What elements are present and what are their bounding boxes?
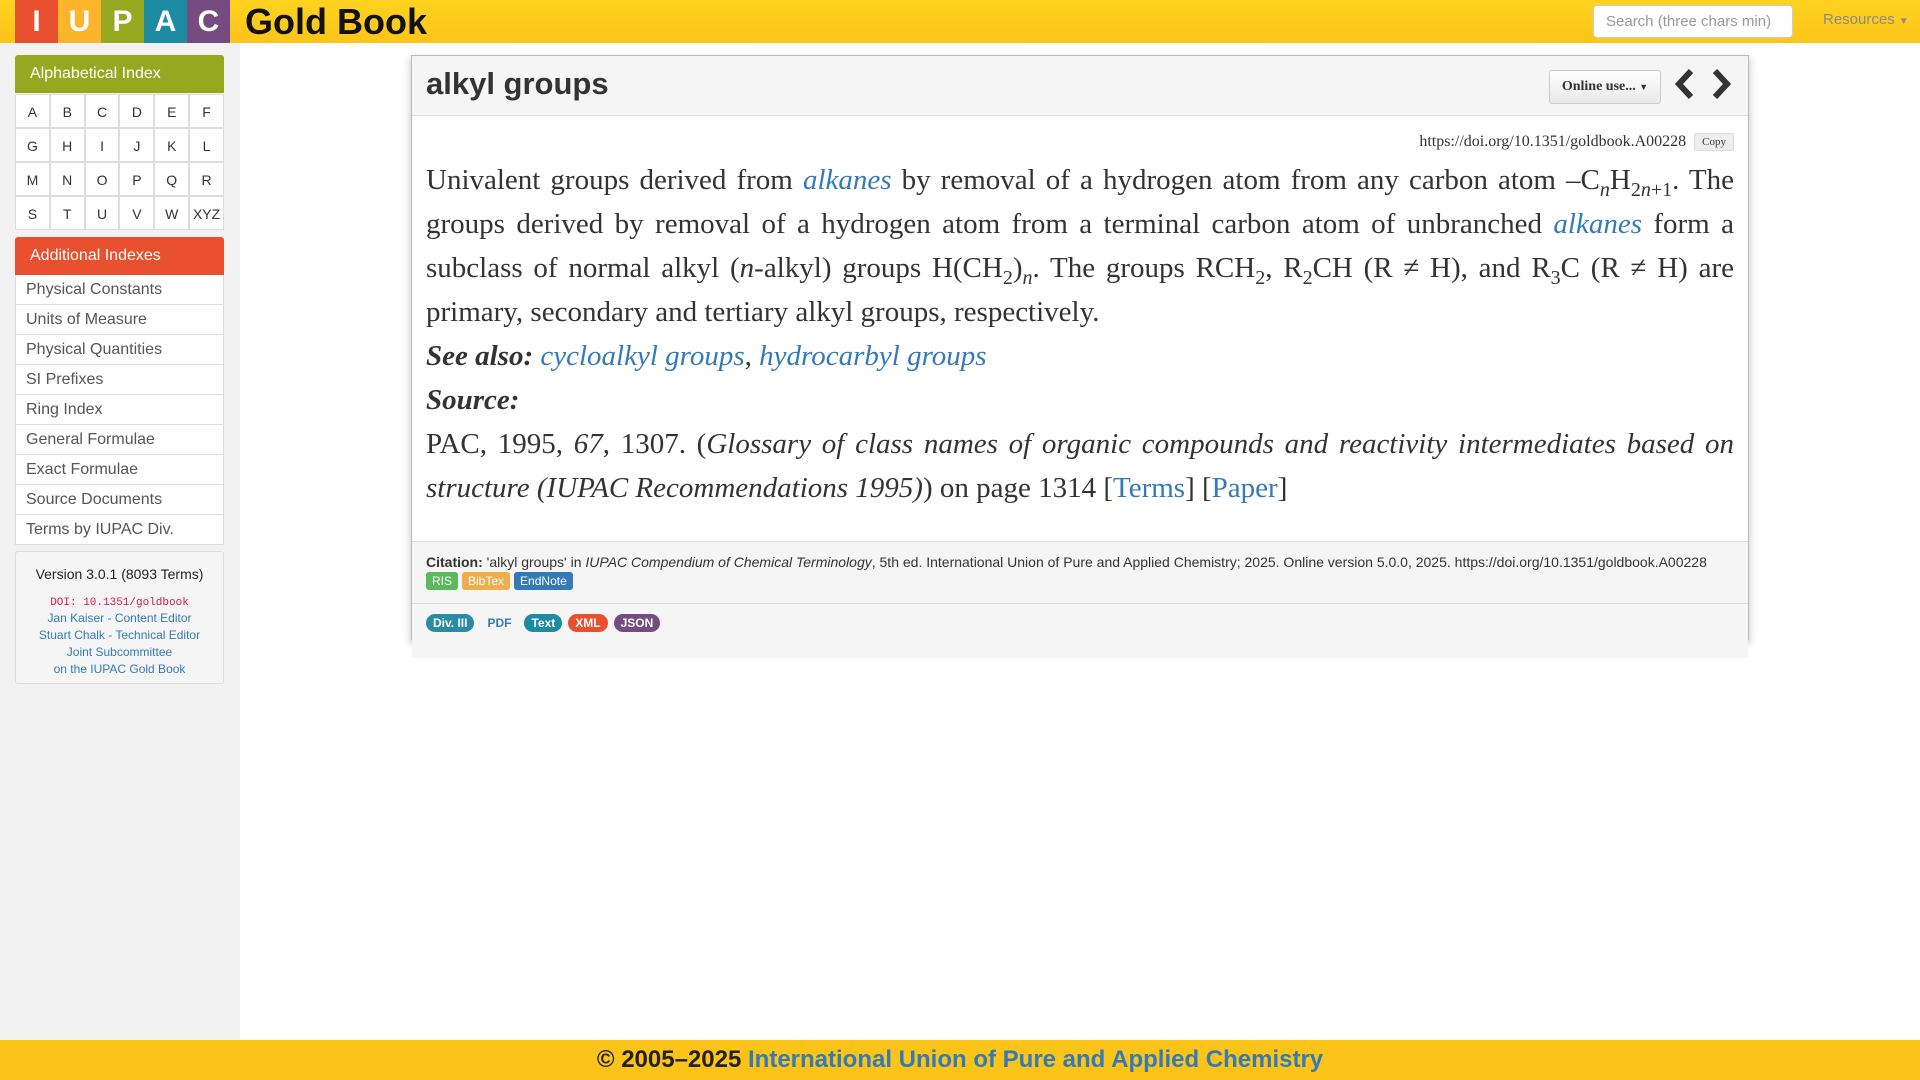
citation-export-buttons: RIS BibTex EndNote [426,572,573,590]
logo-letter-a: A [144,0,187,43]
link-hydrocarbyl-groups[interactable]: hydrocarbyl groups [759,340,986,372]
source-label-line: Source: [426,378,1734,422]
letter-w[interactable]: W [154,196,190,230]
term-title: alkyl groups [426,66,609,101]
letter-u[interactable]: U [84,196,120,230]
definition-text: Univalent groups derived from alkanes by… [426,164,1735,328]
letter-b[interactable]: B [49,94,85,128]
letter-q[interactable]: Q [154,162,190,196]
logo-letter-i: I [15,0,58,43]
format-links: Div. III PDF Text XML JSON [412,603,1748,640]
logo-letter-u: U [58,0,101,43]
link-cycloalkyl-groups[interactable]: cycloalkyl groups [540,340,744,372]
format-pdf-badge[interactable]: PDF [480,614,518,632]
logo-letter-c: C [187,0,230,43]
iupac-link[interactable]: International Union of Pure and Applied … [748,1046,1323,1073]
letter-g[interactable]: G [15,128,50,162]
site-title[interactable]: Gold Book [245,0,427,43]
index-item-terms-by-iupac-div[interactable]: Terms by IUPAC Div. [15,515,224,545]
doi-url[interactable]: https://doi.org/10.1351/goldbook.A00228 [1419,133,1686,150]
resources-menu[interactable]: Resources ▼ [1823,11,1909,28]
link-paper[interactable]: Paper [1212,472,1278,504]
letter-k[interactable]: K [154,128,190,162]
letter-c[interactable]: C [84,94,120,128]
search-input[interactable] [1593,5,1793,38]
top-bar: I U P A C Gold Book Resources▼ [0,0,1920,43]
entry-panel: alkyl groups Online use... ▼ https://doi… [411,55,1749,658]
export-bibtex-button[interactable]: BibTex [462,572,511,590]
footer: © 2005–2025 International Union of Pure … [0,1040,1920,1080]
letter-j[interactable]: J [119,128,155,162]
letter-xyz[interactable]: XYZ [189,196,224,230]
previous-term-icon[interactable] [1670,66,1700,102]
see-also-label: See also: [426,340,534,372]
index-item-general-formulae[interactable]: General Formulae [15,425,224,455]
citation-area: Citation: 'alkyl groups' in IUPAC Compen… [412,541,1748,658]
alphabetical-index-heading: Alphabetical Index [15,55,224,93]
credit-subcommittee-2[interactable]: on the IUPAC Gold Book [16,661,223,678]
letter-p[interactable]: P [119,162,155,196]
logo-letter-p: P [101,0,144,43]
version-box: Version 3.0.1 (8093 Terms) DOI: 10.1351/… [15,551,224,684]
credit-subcommittee[interactable]: Joint Subcommittee [16,644,223,661]
letter-grid: A B C D E F G H I J K L M N O P Q R S T U V W XYZ [15,94,224,230]
format-div-iii-badge[interactable]: Div. III [426,614,475,632]
letter-l[interactable]: L [189,128,224,162]
additional-indexes-heading: Additional Indexes [15,237,224,275]
format-text-badge[interactable]: Text [524,614,563,632]
letter-n[interactable]: N [49,162,85,196]
source-text: PAC, 1995, 67, 1307. (Glossary of class … [426,428,1734,504]
credit-technical-editor[interactable]: Stuart Chalk - Technical Editor [16,627,223,644]
letter-d[interactable]: D [119,94,155,128]
index-item-physical-constants[interactable]: Physical Constants [15,275,224,305]
see-also: See also: cycloalkyl groups, hydrocarbyl… [426,340,987,372]
copyright: © 2005–2025 [596,1046,748,1073]
version-text: Version 3.0.1 (8093 Terms) [35,566,204,582]
online-use-button[interactable]: Online use... ▼ [1549,70,1661,104]
letter-e[interactable]: E [154,94,190,128]
online-use-label: Online use... [1561,79,1636,94]
caret-down-icon: ▼ [1639,82,1649,92]
index-item-units-of-measure[interactable]: Units of Measure [15,305,224,335]
link-alkanes[interactable]: alkanes [803,164,892,196]
doi-line: https://doi.org/10.1351/goldbook.A00228 C… [412,133,1734,151]
iupac-logo[interactable]: I U P A C [15,0,230,43]
index-item-exact-formulae[interactable]: Exact Formulae [15,455,224,485]
index-item-physical-quantities[interactable]: Physical Quantities [15,335,224,365]
next-term-icon[interactable] [1706,66,1736,102]
source-label: Source: [426,384,520,416]
export-endnote-button[interactable]: EndNote [514,572,573,590]
entry-header: alkyl groups Online use... ▼ [412,56,1748,116]
export-ris-button[interactable]: RIS [426,572,459,590]
additional-indexes-list: Physical Constants Units of Measure Physic… [15,275,224,545]
format-xml-badge[interactable]: XML [568,614,608,632]
letter-v[interactable]: V [119,196,155,230]
index-item-source-documents[interactable]: Source Documents [15,485,224,515]
format-json-badge[interactable]: JSON [613,614,661,632]
goldbook-doi: DOI: 10.1351/goldbook [46,596,193,610]
index-item-si-prefixes[interactable]: SI Prefixes [15,365,224,395]
letter-s[interactable]: S [15,196,50,230]
link-terms[interactable]: Terms [1113,472,1185,504]
definition: Univalent groups derived from alkanes by… [426,158,1734,510]
link-alkanes-2[interactable]: alkanes [1553,208,1642,240]
copy-button[interactable]: Copy [1694,133,1734,151]
index-item-ring-index[interactable]: Ring Index [15,395,224,425]
letter-i[interactable]: I [84,128,120,162]
letter-o[interactable]: O [84,162,120,196]
letter-m[interactable]: M [15,162,50,196]
letter-h[interactable]: H [49,128,85,162]
resources-label: Resources [1823,11,1895,28]
letter-t[interactable]: T [49,196,85,230]
citation-text: Citation: 'alkyl groups' in IUPAC Compen… [426,554,1707,570]
letter-f[interactable]: F [189,94,224,128]
letter-a[interactable]: A [15,94,50,128]
letter-r[interactable]: R [189,162,224,196]
caret-down-icon: ▼ [1898,16,1909,27]
credit-content-editor[interactable]: Jan Kaiser - Content Editor [16,610,223,627]
